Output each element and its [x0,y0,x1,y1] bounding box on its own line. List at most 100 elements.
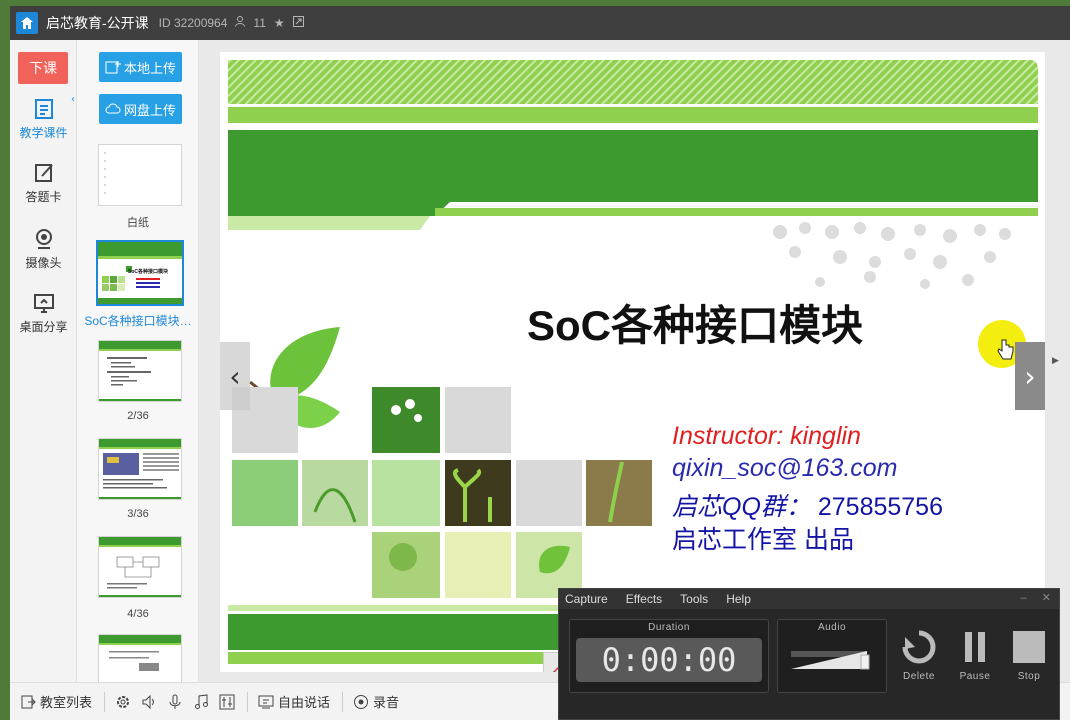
slide-qq-group: 启芯QQ群： 275855756 [672,487,943,523]
menu-effects[interactable]: Effects [626,592,662,606]
divider [342,691,344,712]
class-list-icon [21,695,36,708]
slide-studio: 启芯工作室 出品 [672,526,854,554]
speaker-button[interactable] [141,694,157,710]
mixer-button[interactable] [219,694,235,710]
user-count: 11 [253,16,266,30]
screen-share-icon [33,294,54,313]
divider [104,691,106,712]
minimize-icon[interactable]: – [1021,592,1027,604]
title-bar: 启芯教育-公开课 ID 32200964 11 ★ [10,6,1070,40]
room-id: ID 32200964 [158,16,228,30]
content-area: SoC各种接口模块 Instructor: kinglin qixin_soc@… [199,40,1070,682]
cloud-upload-button[interactable]: 网盘上传 [99,94,182,124]
cloud-icon [105,103,121,114]
slide-thumbnail-active[interactable]: SoC各种接口模块 [96,240,184,306]
nav-label: 答题卡 [25,190,62,204]
audio-level-slider[interactable] [787,637,877,677]
mixer-icon [219,694,235,709]
local-upload-button[interactable]: 本地上传 [99,52,182,82]
window-title: 启芯教育-公开课 [46,15,149,31]
delete-label: Delete [903,671,935,682]
nav-courseware[interactable]: 教学课件 [10,98,77,141]
slide-title: SoC各种接口模块 [527,302,864,349]
camera-icon [35,229,52,249]
prev-slide-button[interactable]: ‹ [220,342,250,410]
end-class-button[interactable]: 下课 [18,52,68,84]
upload-icon [105,61,121,74]
star-icon[interactable]: ★ [274,16,285,30]
home-icon[interactable] [16,12,38,34]
slide-email: qixin_soc@163.com [672,454,898,482]
free-talk-icon [258,695,274,708]
share-icon[interactable] [292,16,304,30]
class-list-label: 教室列表 [40,695,93,710]
music-icon [195,693,209,709]
slide-thumbnail-label: 4/36 [127,608,149,620]
microphone-icon [169,694,181,709]
slide-thumbnail-label: 白纸 [127,217,149,229]
hand-cursor-icon [997,339,1014,360]
slide-instructor: Instructor: kinglin [672,422,861,450]
slide-list: 本地上传 网盘上传 白纸 SoC各种接口模块 SoC各种接口模块… 2/36 3… [77,40,199,682]
nav-label: 教学课件 [19,126,68,140]
close-icon[interactable]: ✕ [1042,592,1051,604]
stop-icon [1013,631,1045,663]
expand-right-icon[interactable]: ▶ [1052,356,1059,366]
left-nav: 下课 ‹ 教学课件 答题卡 摄像头 桌面分享 [10,40,77,682]
music-button[interactable] [193,693,209,710]
recorder-menu: Capture Effects Tools Help [559,589,1059,609]
qq-label: 启芯QQ群： [672,493,811,521]
pause-label: Pause [959,671,991,682]
duration-panel: Duration 0:00:00 [569,619,769,693]
menu-capture[interactable]: Capture [565,592,608,606]
user-icon [235,16,246,30]
slide-thumbnail[interactable] [98,634,182,682]
next-slide-button[interactable]: › [1015,342,1045,410]
record-label: 录音 [373,695,400,710]
delete-icon [902,630,936,664]
slide-thumbnail-label: 3/36 [127,508,149,520]
slide-thumbnail-label: 2/36 [127,410,149,422]
recorder-window-controls: – ✕ [1021,591,1051,604]
slide-graphics [228,60,1038,664]
stop-button[interactable]: Stop [1009,629,1049,682]
record-icon [354,694,369,709]
nav-camera[interactable]: 摄像头 [10,228,77,271]
duration-time: 0:00:00 [576,638,762,682]
answer-card-icon [34,164,53,182]
gear-icon [117,695,130,708]
slide-thumbnail[interactable] [98,438,182,500]
local-upload-label: 本地上传 [123,60,176,76]
record-button[interactable]: 录音 [353,692,399,711]
slide-thumbnail-label: SoC各种接口模块… [84,314,192,328]
settings-button[interactable] [115,694,131,710]
qq-number: 275855756 [817,493,943,521]
audio-label: Audio [817,622,847,633]
menu-help[interactable]: Help [726,592,751,606]
cloud-upload-label: 网盘上传 [123,102,176,118]
speaker-icon [142,694,155,709]
slide-thumbnail[interactable] [98,340,182,402]
nav-label: 桌面分享 [19,320,68,334]
menu-tools[interactable]: Tools [680,592,708,606]
slide-thumbnail[interactable] [98,536,182,598]
courseware-icon [34,99,53,119]
pause-button[interactable]: Pause [955,629,995,682]
audio-panel: Audio [777,619,887,693]
duration-label: Duration [648,622,690,633]
pause-icon [965,632,985,662]
screen-recorder-window: Capture Effects Tools Help – ✕ Duration … [558,588,1060,720]
stop-label: Stop [1017,671,1041,682]
slide-thumbnail[interactable] [98,144,182,206]
nav-answer-card[interactable]: 答题卡 [10,162,77,205]
delete-button[interactable]: Delete [899,629,939,682]
class-list-button[interactable]: 教室列表 [20,692,92,711]
microphone-button[interactable] [167,694,183,710]
divider [247,691,249,712]
nav-label: 摄像头 [25,256,62,270]
nav-screen-share[interactable]: 桌面分享 [10,292,77,335]
svg-text:SoC各种接口模块: SoC各种接口模块 [128,268,169,275]
free-talk-button[interactable]: 自由说话 [258,692,330,711]
presentation-slide[interactable]: SoC各种接口模块 Instructor: kinglin qixin_soc@… [220,52,1045,672]
